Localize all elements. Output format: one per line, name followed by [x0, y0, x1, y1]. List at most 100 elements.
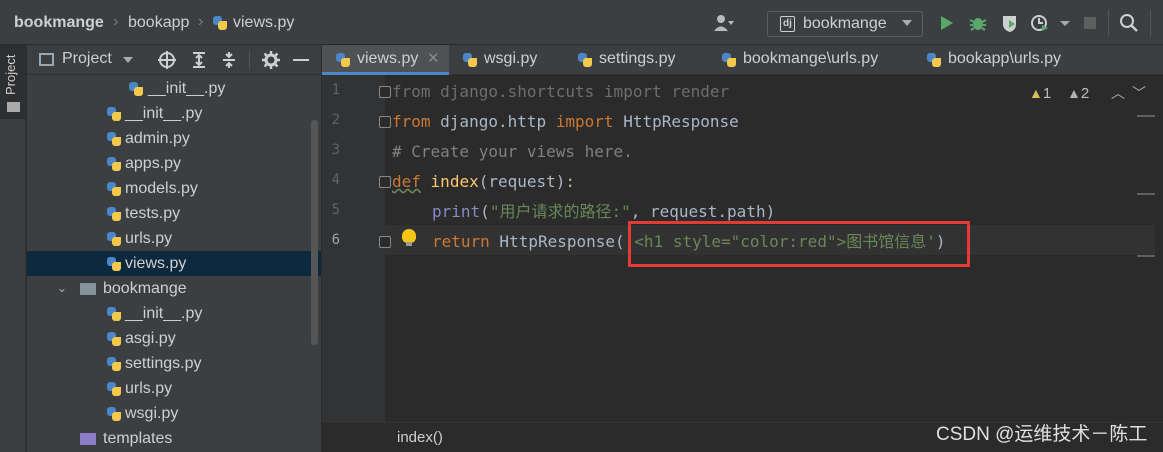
error-stripe-mark[interactable]: [1137, 255, 1155, 257]
project-view-select[interactable]: Project: [62, 50, 112, 68]
chevron-down-icon[interactable]: [1056, 13, 1076, 33]
project-tree: __init__.py __init__.py admin.py apps.py…: [27, 75, 321, 452]
run-with-coverage-icon[interactable]: [1000, 13, 1020, 33]
tab-label: settings.py: [599, 50, 676, 67]
code-text: (: [480, 202, 490, 221]
tree-item-label: asgi.py: [125, 330, 176, 347]
tree-item-label: admin.py: [125, 130, 190, 147]
run-icon[interactable]: [936, 13, 956, 33]
locate-file-icon[interactable]: [157, 50, 177, 70]
fold-icon[interactable]: [379, 176, 391, 188]
tab-bookapp-urls-py[interactable]: bookapp\urls.py: [913, 45, 1113, 75]
tree-item[interactable]: settings.py: [27, 351, 321, 376]
stop-icon[interactable]: [1080, 13, 1100, 33]
tree-item[interactable]: __init__.py: [27, 301, 321, 326]
tree-item[interactable]: models.py: [27, 176, 321, 201]
tree-item-label: apps.py: [125, 155, 182, 172]
tree-item-selected[interactable]: views.py: [27, 251, 321, 276]
tree-item[interactable]: wsgi.py: [27, 401, 321, 426]
close-icon[interactable]: ✕: [427, 45, 440, 73]
run-configuration-select[interactable]: dj bookmange: [767, 11, 923, 37]
python-file-icon: [577, 52, 593, 68]
tree-item[interactable]: asgi.py: [27, 326, 321, 351]
tree-item[interactable]: tests.py: [27, 201, 321, 226]
run-configuration-label: bookmange: [803, 15, 887, 32]
code-line[interactable]: def index(request):: [392, 167, 575, 197]
collapse-all-icon[interactable]: [219, 50, 239, 70]
chevron-up-icon[interactable]: ︿: [1111, 83, 1125, 103]
breadcrumb-folder[interactable]: bookapp: [128, 12, 189, 34]
python-file-icon: [106, 356, 122, 372]
tab-label: views.py: [357, 50, 419, 67]
python-file-icon: [106, 181, 122, 197]
fold-icon[interactable]: [379, 86, 391, 98]
python-file-icon: [335, 52, 351, 68]
expand-all-icon[interactable]: [189, 50, 209, 70]
tab-settings-py[interactable]: settings.py: [574, 45, 719, 75]
breadcrumb-project[interactable]: bookmange: [14, 12, 104, 34]
tree-item-label: urls.py: [125, 380, 173, 397]
breadcrumb-separator-icon: ›: [198, 13, 204, 30]
tree-folder[interactable]: ⌄ bookmange: [27, 276, 321, 301]
tree-item[interactable]: __init__.py: [27, 76, 321, 101]
tree-item[interactable]: admin.py: [27, 126, 321, 151]
tree-scrollbar[interactable]: [311, 120, 318, 345]
line-number-gutter[interactable]: 1 2 3 4 5 6: [322, 75, 385, 422]
user-icon[interactable]: [713, 14, 735, 32]
tool-window-strip: Project: [0, 45, 26, 452]
toolbar-divider: [1150, 10, 1151, 36]
tree-item[interactable]: urls.py: [27, 226, 321, 251]
python-file-icon: [106, 131, 122, 147]
fold-icon[interactable]: [379, 236, 391, 248]
error-stripe-mark[interactable]: [1137, 193, 1155, 195]
profile-icon[interactable]: [1030, 13, 1050, 33]
python-file-icon: [106, 256, 122, 272]
fold-icon[interactable]: [379, 116, 391, 128]
tree-item[interactable]: apps.py: [27, 151, 321, 176]
tree-item[interactable]: __init__.py: [27, 101, 321, 126]
inspection-warnings[interactable]: ▲1: [1029, 85, 1051, 102]
toolbar-divider: [249, 51, 250, 69]
error-stripe-mark[interactable]: [1137, 115, 1155, 117]
gear-icon[interactable]: [261, 50, 281, 70]
code-line[interactable]: # Create your views here.: [392, 137, 633, 167]
tab-views-py[interactable]: views.py ✕: [322, 45, 449, 75]
function-breadcrumb[interactable]: index(): [397, 429, 443, 446]
code-string: "用户请求的路径:": [489, 202, 631, 221]
project-panel-header: Project: [27, 45, 321, 75]
chevron-down-icon[interactable]: ﹀: [1132, 83, 1146, 103]
line-number: 2: [331, 112, 340, 128]
tree-item-label: __init__.py: [125, 105, 203, 122]
project-tool-button[interactable]: Project: [0, 45, 26, 119]
tab-bookmange-urls-py[interactable]: bookmange\urls.py: [708, 45, 915, 75]
project-view-icon: [39, 53, 54, 66]
tree-item[interactable]: urls.py: [27, 376, 321, 401]
code-line[interactable]: from django.http import HttpResponse: [392, 107, 739, 137]
python-file-icon: [106, 381, 122, 397]
navigation-bar: bookmange › bookapp › views.py dj bookma…: [0, 0, 1163, 45]
code-comment: # Create your views here.: [392, 142, 633, 161]
tree-item-label: wsgi.py: [125, 405, 179, 422]
python-file-icon: [106, 306, 122, 322]
tab-wsgi-py[interactable]: wsgi.py: [449, 45, 574, 75]
code-keyword: return: [432, 232, 490, 251]
tree-item-label: tests.py: [125, 205, 181, 222]
search-icon[interactable]: [1119, 13, 1139, 33]
inspection-weak-warnings[interactable]: ▲2: [1067, 85, 1089, 102]
tree-folder[interactable]: templates: [27, 426, 321, 451]
chevron-down-icon[interactable]: [123, 57, 133, 63]
breadcrumb-file[interactable]: views.py: [233, 12, 294, 34]
tree-item-label: views.py: [125, 255, 187, 272]
watermark-text: CSDN @运维技术－陈工: [936, 424, 1148, 445]
code-keyword: def: [392, 172, 421, 191]
django-icon: dj: [780, 16, 795, 32]
tree-item-label: __init__.py: [125, 305, 203, 322]
code-line[interactable]: from django.shortcuts import render: [392, 77, 729, 107]
tab-label: bookmange\urls.py: [743, 50, 879, 67]
lightbulb-icon[interactable]: [402, 229, 416, 246]
code-text: (request):: [478, 172, 576, 191]
debug-icon[interactable]: [968, 13, 988, 33]
chevron-down-icon[interactable]: ⌄: [57, 276, 67, 301]
hide-panel-icon[interactable]: [293, 59, 309, 61]
code-text: HttpResponse(: [489, 232, 625, 251]
